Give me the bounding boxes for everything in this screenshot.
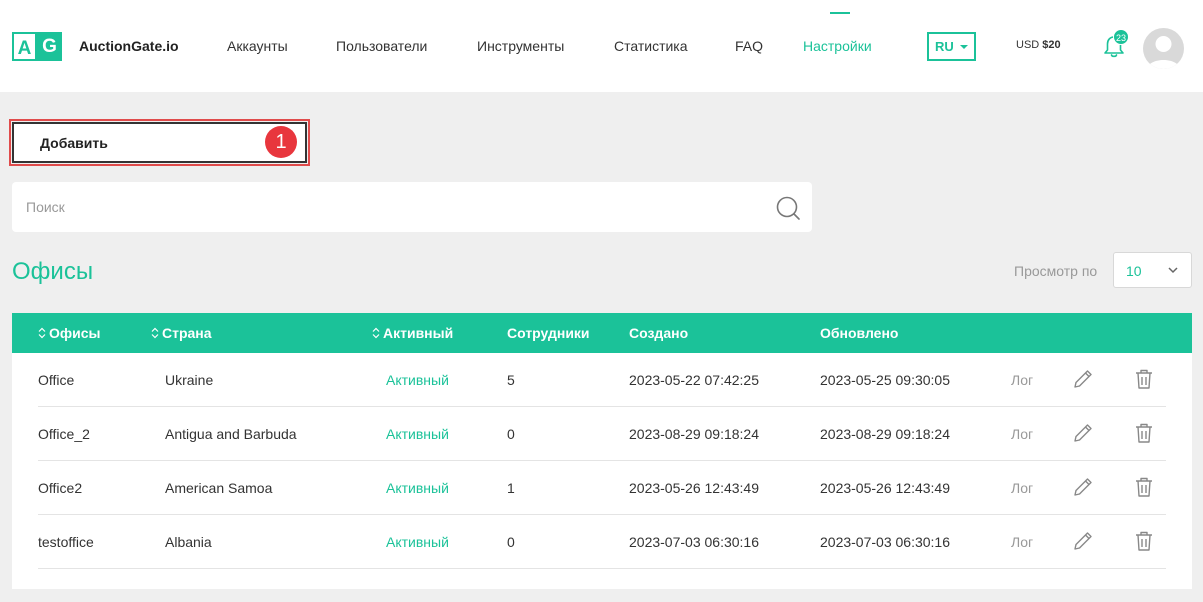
cell-employees: 5 (507, 372, 515, 388)
table-row: Office2 American Samoa Активный 1 2023-0… (38, 461, 1166, 515)
logo[interactable]: A G (12, 32, 62, 61)
cell-status: Активный (386, 534, 449, 550)
sort-arrows-icon (38, 327, 46, 339)
nav-statistics[interactable]: Статистика (614, 38, 688, 54)
cell-country: Ukraine (165, 372, 214, 388)
column-employees: Сотрудники (507, 325, 590, 341)
per-page-label: Просмотр по (1014, 263, 1098, 279)
cell-updated: 2023-07-03 06:30:16 (820, 534, 950, 550)
offices-table: Офисы Страна Активный Сотрудники Создано… (12, 313, 1192, 589)
step-marker: 1 (265, 126, 297, 158)
column-country-label: Страна (162, 325, 212, 341)
nav-users[interactable]: Пользователи (336, 38, 427, 54)
cell-created: 2023-08-29 09:18:24 (629, 426, 759, 442)
column-active-label: Активный (383, 325, 454, 341)
logo-letter-a: A (12, 32, 37, 61)
cell-office: testoffice (38, 534, 94, 550)
search-bar (12, 182, 812, 232)
nav-tools[interactable]: Инструменты (477, 38, 564, 54)
balance: USD $20 (1016, 39, 1061, 51)
column-active[interactable]: Активный (372, 325, 453, 341)
balance-currency: USD (1016, 39, 1040, 51)
cell-employees: 1 (507, 480, 515, 496)
log-link[interactable]: Лог (1011, 372, 1033, 388)
pencil-icon[interactable] (1071, 475, 1095, 499)
column-country[interactable]: Страна (151, 325, 212, 341)
avatar[interactable] (1143, 28, 1184, 69)
nav-accounts[interactable]: Аккаунты (227, 38, 288, 54)
balance-amount: $20 (1042, 39, 1061, 51)
cell-employees: 0 (507, 534, 515, 550)
nav-faq[interactable]: FAQ (735, 38, 763, 54)
log-link[interactable]: Лог (1011, 480, 1033, 496)
pencil-icon[interactable] (1071, 421, 1095, 445)
pencil-icon[interactable] (1071, 367, 1095, 391)
per-page-value: 10 (1126, 263, 1142, 279)
search-icon[interactable] (775, 195, 801, 221)
sort-arrows-icon (372, 327, 380, 339)
brand-name[interactable]: AuctionGate.io (79, 38, 179, 54)
nav-active-indicator (830, 12, 850, 14)
logo-letter-g: G (37, 32, 62, 61)
table-row: testoffice Albania Активный 0 2023-07-03… (38, 515, 1166, 569)
cell-office: Office_2 (38, 426, 90, 442)
cell-status: Активный (386, 480, 449, 496)
cell-created: 2023-05-26 12:43:49 (629, 480, 759, 496)
table-row: Office Ukraine Активный 5 2023-05-22 07:… (38, 353, 1166, 407)
log-link[interactable]: Лог (1011, 534, 1033, 550)
column-created: Создано (629, 325, 689, 341)
column-offices[interactable]: Офисы (38, 325, 101, 341)
cell-created: 2023-07-03 06:30:16 (629, 534, 759, 550)
cell-updated: 2023-05-26 12:43:49 (820, 480, 950, 496)
search-input[interactable] (12, 182, 772, 232)
column-offices-label: Офисы (49, 325, 101, 341)
cell-country: Albania (165, 534, 212, 550)
cell-updated: 2023-08-29 09:18:24 (820, 426, 950, 442)
language-select[interactable]: RU (927, 32, 976, 61)
cell-updated: 2023-05-25 09:30:05 (820, 372, 950, 388)
table-header: Офисы Страна Активный Сотрудники Создано… (12, 313, 1192, 353)
page-title: Офисы (12, 258, 94, 285)
cell-employees: 0 (507, 426, 515, 442)
top-header: A G AuctionGate.io Аккаунты Пользователи… (0, 0, 1203, 92)
nav-settings[interactable]: Настройки (803, 38, 872, 54)
table-row: Office_2 Antigua and Barbuda Активный 0 … (38, 407, 1166, 461)
cell-office: Office2 (38, 480, 83, 496)
cell-office: Office (38, 372, 75, 388)
cell-status: Активный (386, 426, 449, 442)
log-link[interactable]: Лог (1011, 426, 1033, 442)
trash-icon[interactable] (1132, 475, 1156, 499)
cell-country: Antigua and Barbuda (165, 426, 297, 442)
per-page-select[interactable]: 10 (1113, 252, 1192, 288)
cell-status: Активный (386, 372, 449, 388)
sort-arrows-icon (151, 327, 159, 339)
language-value: RU (935, 39, 954, 54)
trash-icon[interactable] (1132, 421, 1156, 445)
notification-badge: 23 (1113, 29, 1129, 45)
trash-icon[interactable] (1132, 367, 1156, 391)
user-avatar-icon (1147, 36, 1180, 69)
pencil-icon[interactable] (1071, 529, 1095, 553)
caret-down-icon (959, 44, 968, 49)
trash-icon[interactable] (1132, 529, 1156, 553)
column-updated: Обновлено (820, 325, 899, 341)
cell-created: 2023-05-22 07:42:25 (629, 372, 759, 388)
add-office-button[interactable]: Добавить (12, 122, 307, 163)
cell-country: American Samoa (165, 480, 273, 496)
chevron-down-icon (1168, 267, 1178, 274)
